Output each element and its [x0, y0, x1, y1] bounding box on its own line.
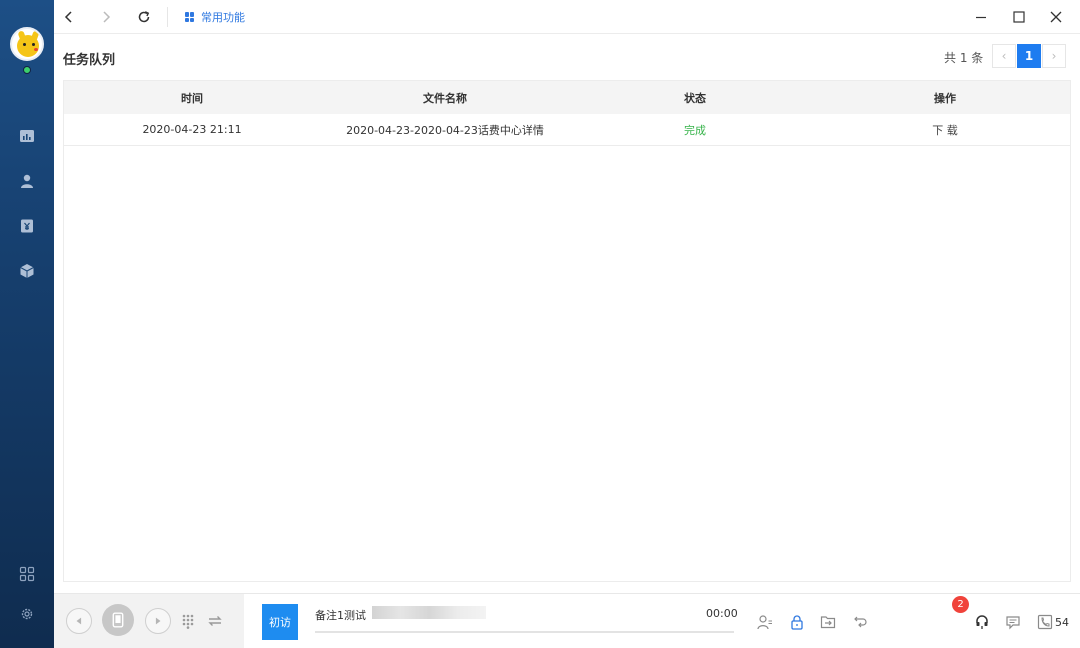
- maximize-button[interactable]: [1010, 8, 1028, 26]
- swap-arrows-icon: [208, 616, 222, 626]
- avatar-eye-left: [23, 43, 26, 46]
- report-chart-icon: [20, 130, 34, 142]
- headset-icon: [976, 615, 988, 629]
- row-status: 完成: [684, 123, 706, 137]
- chevron-left-icon: [64, 11, 72, 23]
- redacted-phone-number: [372, 606, 486, 619]
- close-icon: [1050, 11, 1062, 23]
- sidebar-item-settings[interactable]: [19, 606, 35, 622]
- call-timer: 00:00: [706, 607, 738, 620]
- minimize-icon: [976, 16, 986, 19]
- row-time: 2020-04-23 21:11: [142, 123, 242, 136]
- avatar-eye-right: [32, 43, 35, 46]
- table-row: 2020-04-23 21:11 2020-04-23-2020-04-23话费…: [64, 114, 1070, 146]
- back-button[interactable]: [60, 8, 78, 26]
- sidebar-item-customer[interactable]: [19, 173, 35, 189]
- refresh-icon: [138, 11, 150, 23]
- lock-icon: [791, 615, 803, 630]
- cube-icon: [20, 264, 34, 278]
- loop-arrows-icon: [854, 616, 867, 628]
- folder-export-icon: [820, 616, 836, 629]
- mobile-phone-icon: [112, 612, 124, 628]
- next-call-button[interactable]: [145, 608, 171, 634]
- sidebar-item-apps[interactable]: [19, 566, 35, 582]
- message-button[interactable]: [1004, 613, 1022, 631]
- column-header-status: 状态: [684, 91, 706, 105]
- apps-grid-icon: [19, 566, 35, 582]
- grid-icon: [185, 12, 195, 22]
- headset-status-button[interactable]: [973, 613, 991, 631]
- avatar-cheek: [34, 48, 38, 51]
- chevron-right-icon: [103, 11, 111, 23]
- page-title: 任务队列: [63, 53, 116, 68]
- pagination-prev-button[interactable]: ‹: [992, 44, 1016, 68]
- chevron-left-icon: ‹: [1001, 49, 1007, 63]
- avatar-face: [17, 35, 39, 57]
- minimize-button[interactable]: [972, 8, 990, 26]
- pagination-total: 共 1 条: [944, 51, 984, 65]
- tab-common-functions[interactable]: 常用功能: [185, 9, 245, 25]
- first-visit-button[interactable]: 初访: [262, 604, 298, 640]
- user-list-icon: [757, 615, 772, 630]
- dialpad-icon: [182, 614, 194, 629]
- toolbar-divider: [167, 7, 168, 27]
- table-header: 时间 文件名称 状态 操作: [64, 81, 1070, 114]
- refresh-button[interactable]: [135, 8, 153, 26]
- previous-call-button[interactable]: [66, 608, 92, 634]
- dialpad-button[interactable]: [179, 612, 197, 630]
- close-button[interactable]: [1047, 8, 1065, 26]
- user-icon: [21, 174, 33, 188]
- sidebar-item-report[interactable]: [19, 128, 35, 144]
- call-progress-bar: [315, 631, 734, 633]
- download-link[interactable]: 下 载: [820, 114, 1070, 145]
- chevron-right-icon: ›: [1051, 49, 1057, 63]
- chat-bubble-icon: [1006, 616, 1020, 630]
- call-controls-panel: [54, 594, 244, 648]
- user-avatar[interactable]: [10, 27, 44, 61]
- sidebar: [0, 0, 54, 648]
- maximize-icon: [1013, 11, 1025, 23]
- call-control-bar: 初访 备注1测试 00:00 2 54: [54, 593, 1080, 648]
- column-header-action: 操作: [934, 91, 956, 105]
- notification-badge: 2: [952, 596, 969, 613]
- triangle-right-icon: [155, 617, 161, 625]
- column-header-file-name: 文件名称: [423, 91, 467, 105]
- call-records-button[interactable]: [1036, 613, 1054, 631]
- gear-icon: [21, 608, 33, 620]
- forward-button[interactable]: [97, 8, 115, 26]
- pagination-next-button[interactable]: ›: [1042, 44, 1066, 68]
- call-records-count: 54: [1055, 616, 1069, 629]
- task-queue-table: 时间 文件名称 状态 操作 2020-04-23 21:11 2020-04-2…: [63, 80, 1071, 582]
- yuan-wallet-icon: [21, 219, 33, 233]
- top-bar: 常用功能: [54, 0, 1080, 34]
- redial-button[interactable]: [850, 613, 868, 631]
- remark-label: 备注1测试: [315, 609, 366, 622]
- hangup-phone-button[interactable]: [102, 604, 134, 636]
- pagination-current-page[interactable]: 1: [1017, 44, 1041, 68]
- row-file-name: 2020-04-23-2020-04-23话费中心详情: [346, 123, 544, 137]
- triangle-left-icon: [76, 617, 82, 625]
- phone-book-icon: [1037, 614, 1053, 630]
- customer-info-button[interactable]: [756, 613, 774, 631]
- lock-button[interactable]: [788, 613, 806, 631]
- tab-common-functions-label: 常用功能: [201, 11, 245, 24]
- export-button[interactable]: [819, 613, 837, 631]
- online-status-dot: [23, 66, 31, 74]
- transfer-call-button[interactable]: [206, 612, 224, 630]
- sidebar-item-finance[interactable]: [19, 218, 35, 234]
- column-header-time: 时间: [181, 91, 203, 105]
- sidebar-item-product[interactable]: [19, 263, 35, 279]
